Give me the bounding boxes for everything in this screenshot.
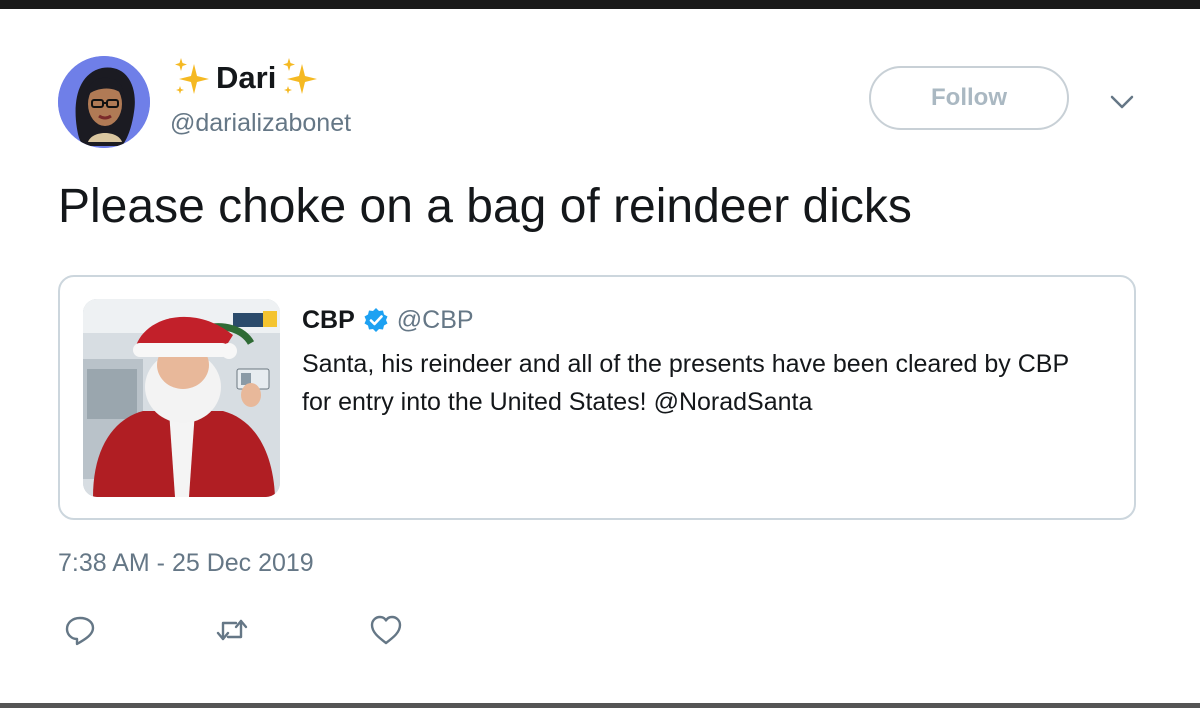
sparkles-icon <box>175 58 209 94</box>
sparkles-icon <box>283 58 318 94</box>
avatar-illustration <box>58 56 150 148</box>
quoted-author-name: CBP <box>302 305 355 334</box>
follow-button[interactable]: Follow <box>869 66 1069 130</box>
tweet-text: Please choke on a bag of reindeer dicks <box>58 180 912 233</box>
tweet-timestamp[interactable]: 7:38 AM - 25 Dec 2019 <box>58 548 314 578</box>
top-border <box>0 0 1200 9</box>
reply-icon <box>65 616 95 646</box>
author-handle[interactable]: @darializabonet <box>170 108 351 138</box>
like-icon <box>370 615 402 645</box>
verified-badge-icon <box>364 308 388 332</box>
author-display-name: Dari <box>216 60 277 95</box>
like-button[interactable] <box>368 612 404 648</box>
santa-photo <box>83 299 280 497</box>
quoted-tweet-card[interactable]: CBP @CBP Santa, his reindeer and all of … <box>58 275 1136 520</box>
quoted-tweet-text: Santa, his reindeer and all of the prese… <box>302 350 1069 416</box>
retweet-button[interactable] <box>214 612 250 648</box>
chevron-down-icon[interactable] <box>1108 88 1136 116</box>
quoted-tweet-header: CBP @CBP <box>302 303 474 337</box>
author-name-row[interactable]: Dari <box>172 56 320 100</box>
quoted-tweet-image <box>83 299 280 497</box>
reply-button[interactable] <box>62 612 98 648</box>
bottom-border <box>0 703 1200 708</box>
retweet-icon <box>216 619 248 641</box>
author-avatar[interactable] <box>58 56 150 148</box>
quoted-author-handle: @CBP <box>396 305 474 334</box>
